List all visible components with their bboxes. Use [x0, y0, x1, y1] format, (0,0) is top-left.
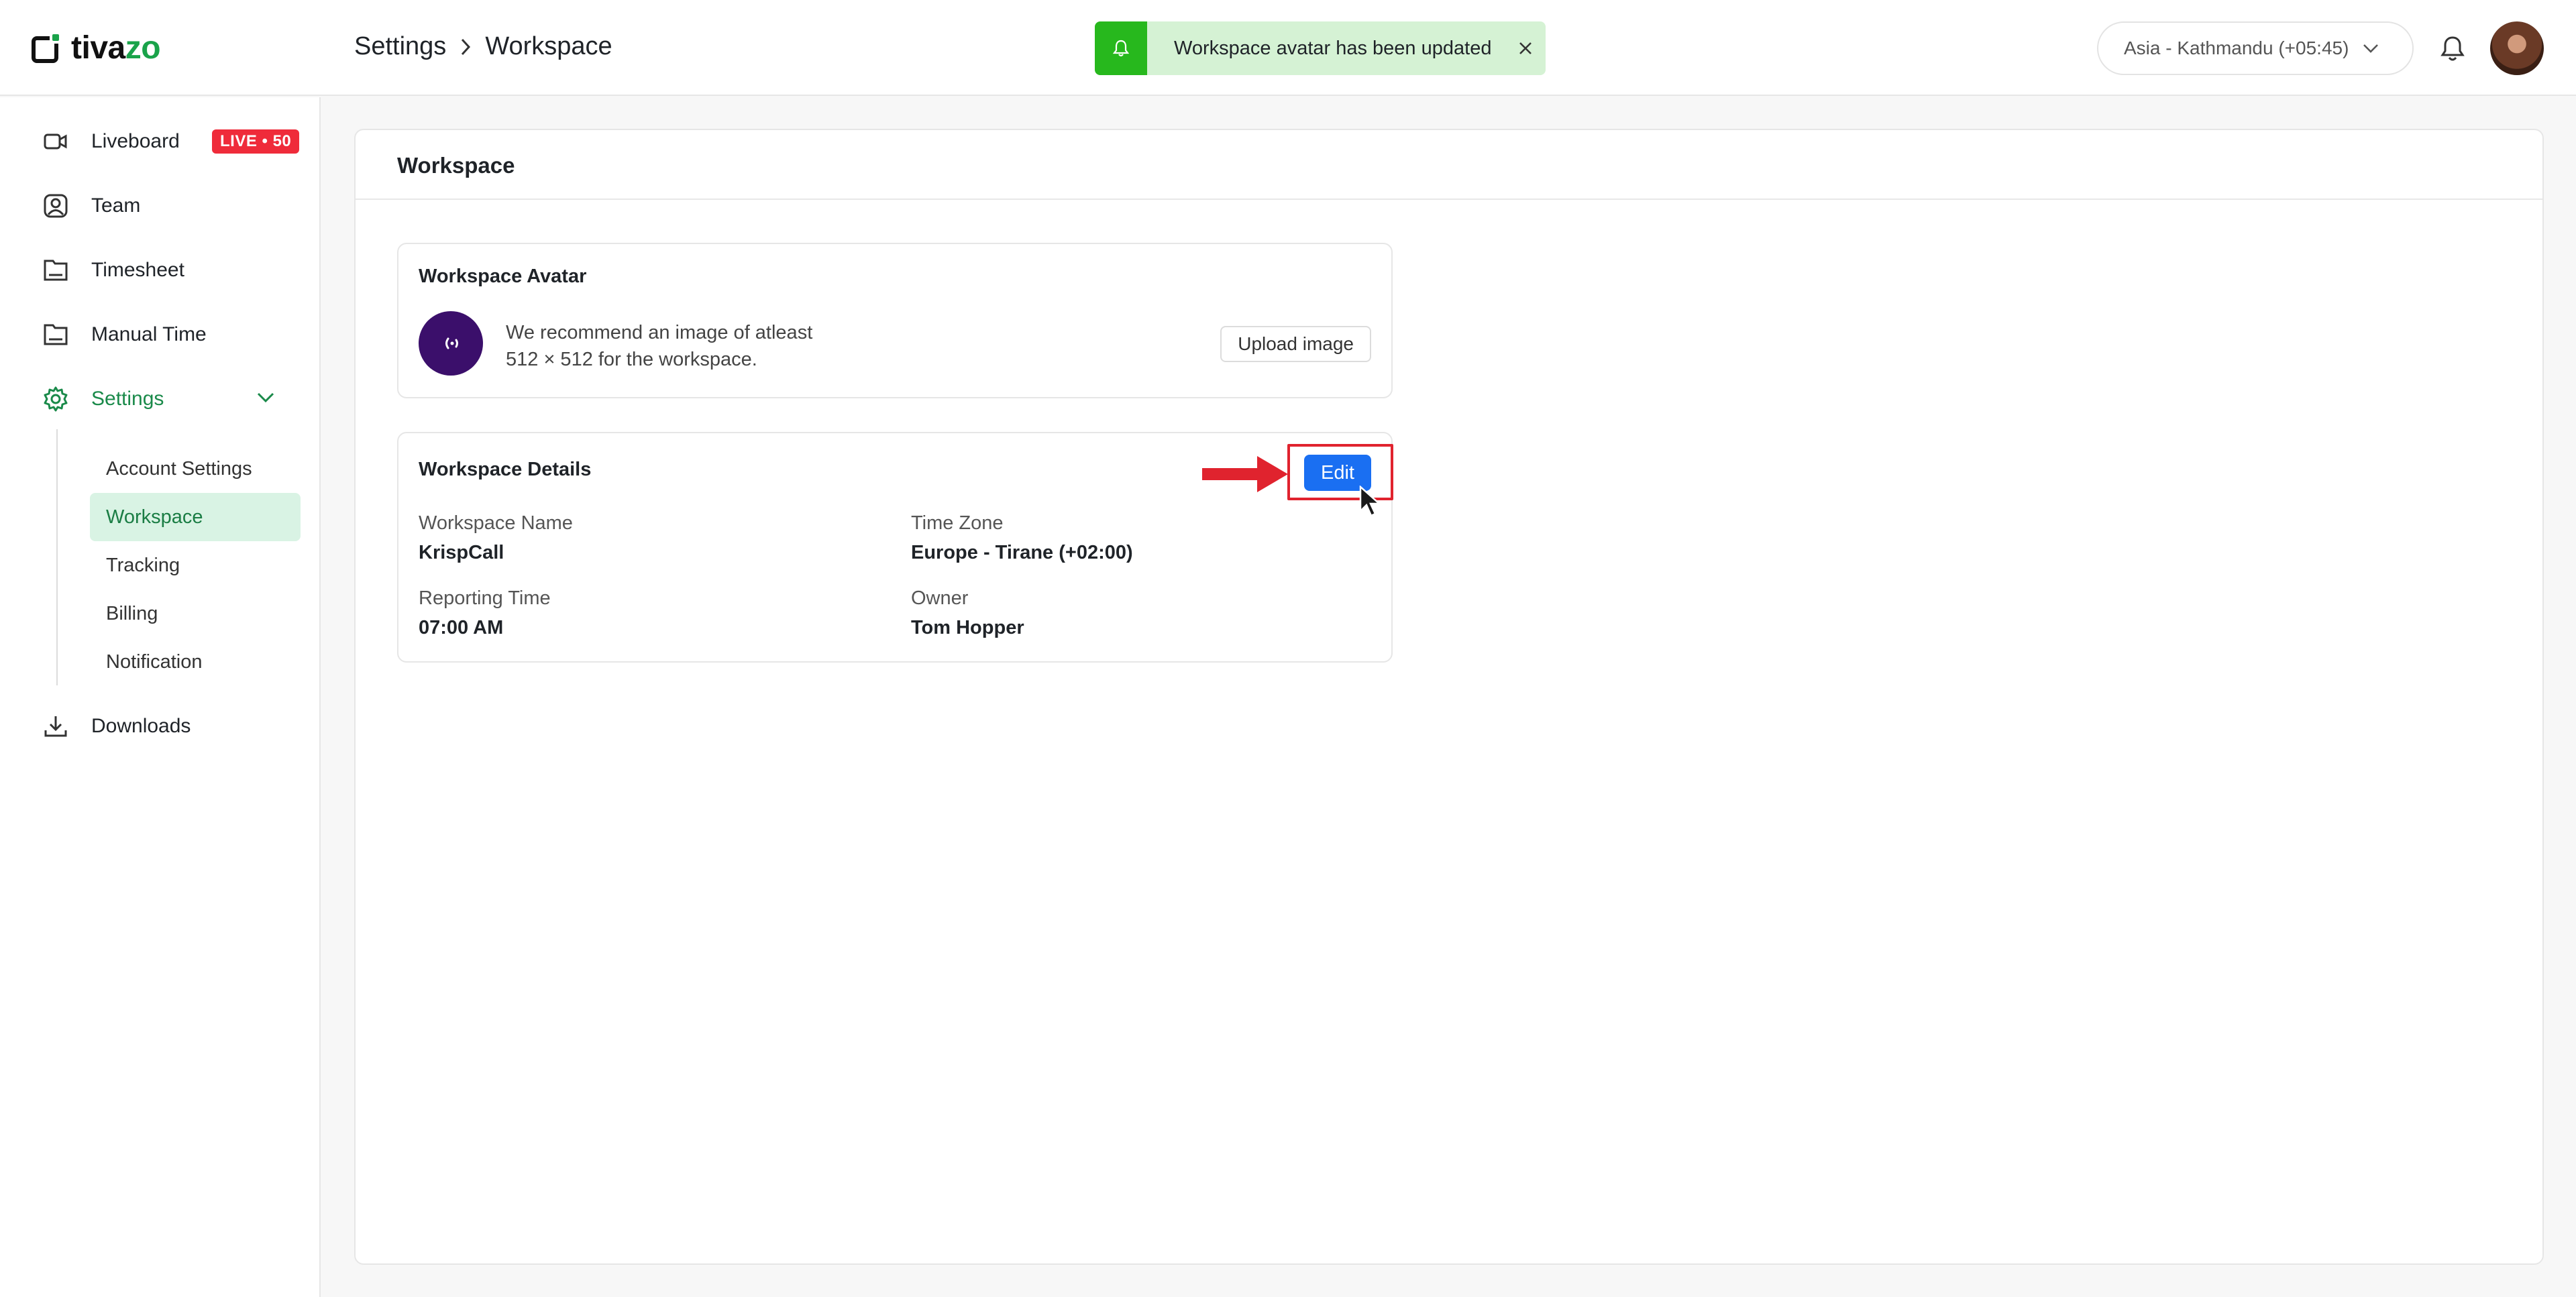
- app-logo[interactable]: tivazo: [31, 30, 161, 66]
- folder-icon: [42, 321, 70, 349]
- workspace-details-panel: Workspace Details Edit Workspace Name Kr…: [397, 432, 1393, 663]
- sidebar-item-downloads[interactable]: Downloads: [42, 706, 191, 746]
- subnav-notification[interactable]: Notification: [90, 638, 301, 686]
- field-label-owner: Owner: [911, 587, 969, 609]
- logo-icon: [32, 32, 60, 63]
- video-icon: [42, 127, 70, 156]
- field-value-workspace-name: KrispCall: [419, 542, 504, 563]
- panel-title: Workspace Details: [419, 459, 592, 480]
- sidebar: Liveboard Team Timesheet Manual Time Set…: [0, 97, 321, 1297]
- user-avatar[interactable]: [2490, 21, 2544, 75]
- chevron-down-icon[interactable]: [256, 392, 275, 404]
- breadcrumb-settings[interactable]: Settings: [354, 32, 446, 61]
- chevron-right-icon: [460, 38, 472, 56]
- sidebar-item-label: Downloads: [91, 715, 191, 737]
- panel-title: Workspace Avatar: [419, 266, 587, 287]
- subnav-label: Tracking: [106, 554, 180, 576]
- timezone-select[interactable]: Asia - Kathmandu (+05:45): [2097, 21, 2414, 75]
- subnav-label: Workspace: [106, 506, 203, 528]
- sidebar-item-label: Settings: [91, 388, 164, 410]
- recommend-line-2: 512 × 512 for the workspace.: [506, 349, 757, 370]
- subnav-divider: [56, 429, 58, 685]
- folder-icon: [42, 256, 70, 284]
- upload-image-button[interactable]: Upload image: [1220, 326, 1371, 362]
- toast-message: Workspace avatar has been updated: [1174, 37, 1492, 59]
- red-arrow-annotation: [1202, 456, 1288, 492]
- field-label-workspace-name: Workspace Name: [419, 512, 573, 534]
- field-value-owner: Tom Hopper: [911, 617, 1024, 638]
- timezone-value: Asia - Kathmandu (+05:45): [2124, 38, 2349, 58]
- logo-text: tivazo: [71, 30, 161, 66]
- subnav-tracking[interactable]: Tracking: [90, 541, 301, 589]
- download-icon: [42, 712, 70, 740]
- chevron-down-icon: [2363, 44, 2379, 53]
- user-icon: [42, 192, 70, 220]
- sidebar-item-label: Timesheet: [91, 259, 184, 281]
- sidebar-item-label: Team: [91, 194, 141, 217]
- page-title: Workspace: [397, 153, 515, 178]
- recommend-line-1: We recommend an image of atleast: [506, 322, 813, 343]
- workspace-avatar: [419, 311, 483, 376]
- sidebar-item-settings[interactable]: Settings: [42, 379, 164, 419]
- subnav-label: Billing: [106, 602, 158, 624]
- title-divider: [356, 199, 2542, 200]
- breadcrumb-workspace: Workspace: [485, 32, 612, 60]
- sidebar-item-manual-time[interactable]: Manual Time: [42, 315, 207, 355]
- field-label-time-zone: Time Zone: [911, 512, 1004, 534]
- subnav-label: Notification: [106, 651, 203, 673]
- sidebar-item-label: Manual Time: [91, 323, 207, 345]
- subnav-workspace[interactable]: Workspace: [90, 493, 301, 541]
- notification-bell-icon[interactable]: [2436, 32, 2469, 64]
- mouse-cursor-icon: [1359, 486, 1382, 517]
- top-bar: tivazo Settings Workspace Workspace avat…: [0, 0, 2576, 96]
- breadcrumb: Settings Workspace: [354, 32, 612, 61]
- gear-icon: [42, 385, 70, 413]
- workspace-main-card: Workspace Workspace Avatar We recommend …: [354, 129, 2544, 1265]
- field-label-reporting-time: Reporting Time: [419, 587, 551, 609]
- toast-close-icon[interactable]: [1505, 21, 1546, 75]
- toast-bell-icon: [1095, 21, 1147, 75]
- live-badge: LIVE • 50: [212, 129, 300, 154]
- sidebar-item-team[interactable]: Team: [42, 186, 140, 226]
- sidebar-item-timesheet[interactable]: Timesheet: [42, 250, 184, 290]
- field-value-reporting-time: 07:00 AM: [419, 617, 504, 638]
- subnav-account-settings[interactable]: Account Settings: [90, 445, 301, 493]
- workspace-avatar-panel: Workspace Avatar We recommend an image o…: [397, 243, 1393, 398]
- subnav-label: Account Settings: [106, 457, 252, 480]
- avatar-recommendation: We recommend an image of atleast 512 × 5…: [506, 319, 812, 373]
- sidebar-item-liveboard[interactable]: Liveboard: [42, 121, 180, 162]
- field-value-time-zone: Europe - Tirane (+02:00): [911, 542, 1133, 563]
- logo-wordmark: tivazo: [71, 30, 161, 66]
- success-toast: Workspace avatar has been updated: [1095, 21, 1546, 75]
- broadcast-icon: [445, 337, 458, 349]
- subnav-billing[interactable]: Billing: [90, 589, 301, 638]
- sidebar-item-label: Liveboard: [91, 130, 180, 152]
